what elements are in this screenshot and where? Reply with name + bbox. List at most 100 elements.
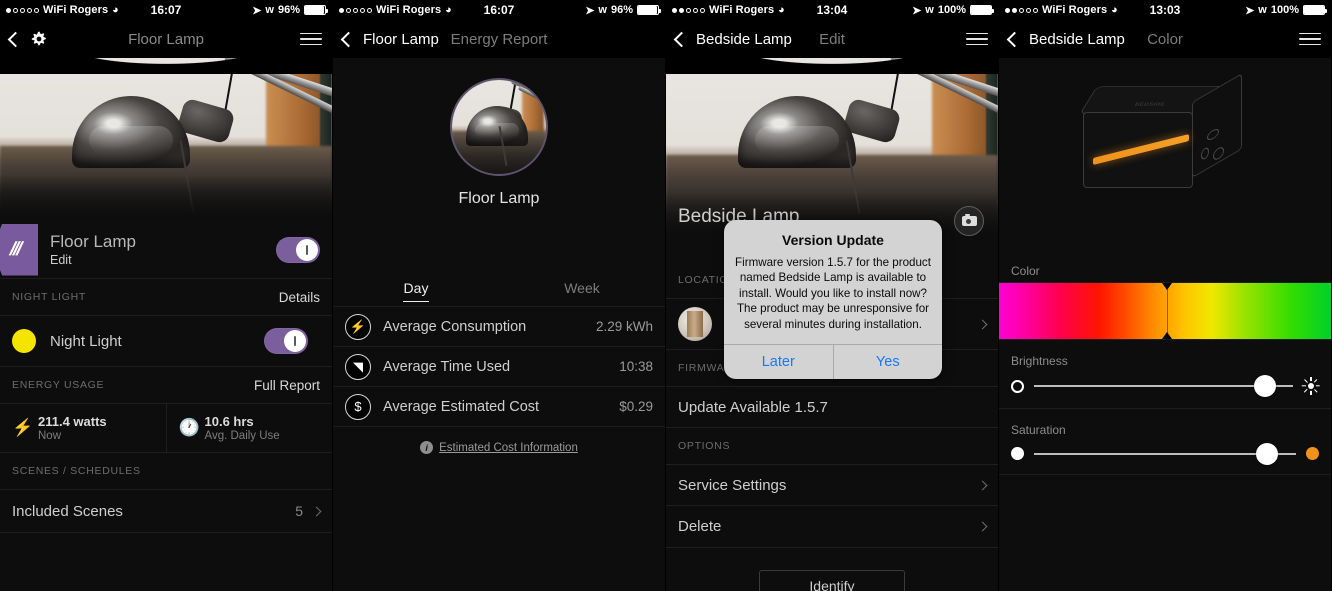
saturation-slider-row <box>999 441 1331 474</box>
wifi-icon: ◕ <box>112 4 119 16</box>
brightness-slider-knob[interactable] <box>1253 375 1276 397</box>
dialog-body: Version Update Firmware version 1.5.7 fo… <box>724 220 942 344</box>
clock-icon: ◥ <box>345 353 371 380</box>
chevron-left-icon[interactable] <box>7 31 24 47</box>
chevron-left-icon[interactable] <box>673 31 690 47</box>
page-title: Floor Lamp <box>128 30 204 48</box>
nav-back-button[interactable]: Bedside Lamp <box>673 31 792 48</box>
nav-bar: Floor Lamp <box>0 20 332 58</box>
row-value: 10:38 <box>619 359 653 374</box>
signal-dots-icon <box>672 7 705 13</box>
nav-back-label: Floor Lamp <box>363 30 439 48</box>
info-icon: i <box>420 441 434 454</box>
bedside-lamp-render: BEDSIDE <box>1079 73 1251 204</box>
night-light-section-label: NIGHT LIGHT <box>12 291 87 303</box>
tab-day[interactable]: Day <box>333 268 499 306</box>
status-right: ➤ w 96% <box>585 4 661 17</box>
status-bar: WiFi Rogers ◕ 16:07 ➤ w 96% <box>333 0 665 20</box>
status-left: WiFi Rogers ◕ <box>339 4 452 16</box>
wifi-icon: ◕ <box>778 4 785 16</box>
nav-left-group[interactable] <box>7 30 48 48</box>
chevron-left-icon[interactable] <box>1006 31 1023 47</box>
energy-row-consumption: ⚡ Average Consumption 2.29 kWh <box>333 307 665 347</box>
signal-dots-icon <box>339 7 372 13</box>
nav-back-button[interactable]: Floor Lamp <box>340 30 439 48</box>
estimated-cost-info-link[interactable]: i Estimated Cost Information <box>333 441 665 454</box>
night-light-details-link[interactable]: Details <box>279 290 320 305</box>
signal-dots-icon <box>6 7 39 13</box>
hamburger-menu-icon[interactable] <box>966 29 988 50</box>
hero-fade <box>0 175 332 221</box>
brightness-slider-row <box>999 372 1331 408</box>
included-scenes-row[interactable]: Included Scenes 5 <box>0 489 332 533</box>
saturation-slider-knob[interactable] <box>1256 442 1279 465</box>
energy-stats: ⚡ 211.4 watts Now 🕐 10.6 hrs Avg. Daily … <box>0 403 332 453</box>
location-arrow-icon: ➤ <box>912 4 922 17</box>
clock-icon: 🕐 <box>178 418 200 437</box>
panel-energy-report: WiFi Rogers ◕ 16:07 ➤ w 96% Floor Lamp E… <box>333 0 666 591</box>
brightness-slider[interactable] <box>1034 375 1293 397</box>
color-label: Color <box>1011 264 1040 278</box>
white-dot-icon <box>1011 447 1024 460</box>
status-left: WiFi Rogers ◕ <box>6 4 119 16</box>
dollar-icon: $ <box>345 393 371 420</box>
panel-bedside-lamp-edit: WiFi Rogers ◕ 13:04 ➤ w 100% Bedside Lam… <box>666 0 999 591</box>
dialog-later-button[interactable]: Later <box>724 345 833 379</box>
row-label: Average Estimated Cost <box>383 398 540 415</box>
status-right: ➤ w 100% <box>1245 4 1327 17</box>
chevron-left-icon[interactable] <box>340 31 357 47</box>
gear-icon[interactable] <box>30 30 48 48</box>
dim-circle-icon <box>1011 379 1024 393</box>
lightning-bolt-icon: /// <box>0 223 38 276</box>
dialog-yes-button[interactable]: Yes <box>832 345 943 380</box>
stat-hours-value: 10.6 hrs <box>204 414 254 429</box>
scenes-section-label: SCENES / SCHEDULES <box>12 465 141 477</box>
orange-dot-icon <box>1306 447 1319 460</box>
status-left: WiFi Rogers ◕ <box>672 4 785 16</box>
bluetooth-icon: w <box>598 4 607 16</box>
night-light-section-header: NIGHT LIGHT Details <box>0 279 332 315</box>
hero-notch <box>0 58 332 74</box>
nav-back-label: Bedside Lamp <box>1029 30 1125 48</box>
stat-watts: ⚡ 211.4 watts Now <box>0 404 166 452</box>
signal-dots-icon <box>1005 7 1038 13</box>
battery-percent: 100% <box>937 4 966 16</box>
device-header-row[interactable]: /// Floor Lamp Edit <box>0 221 332 279</box>
nav-back-button[interactable]: Bedside Lamp <box>1006 30 1125 48</box>
status-bar: WiFi Rogers ◕ 13:04 ➤ w 100% <box>666 0 998 20</box>
included-scenes-count: 5 <box>295 503 303 519</box>
estimated-cost-info-label: Estimated Cost Information <box>439 441 578 454</box>
stat-watts-caption: Now <box>38 430 62 442</box>
location-arrow-icon: ➤ <box>1245 4 1255 17</box>
nav-bar: Bedside Lamp Edit <box>666 20 998 58</box>
bluetooth-icon: w <box>1258 4 1267 16</box>
battery-percent: 96% <box>277 4 300 16</box>
color-spectrum-picker[interactable] <box>999 283 1331 339</box>
panel-bedside-lamp-color: WiFi Rogers ◕ 13:03 ➤ w 100% Bedside Lam… <box>999 0 1332 591</box>
nav-bar: Bedside Lamp Color <box>999 20 1331 58</box>
lightning-bolt-icon: ⚡ <box>12 418 34 437</box>
night-light-row[interactable]: Night Light <box>0 315 332 367</box>
stat-hours-caption: Avg. Daily Use <box>204 430 280 442</box>
saturation-label: Saturation <box>1011 423 1066 437</box>
saturation-slider[interactable] <box>1034 442 1296 465</box>
tab-week[interactable]: Week <box>499 268 665 306</box>
row-value: 2.29 kWh <box>595 319 653 334</box>
device-summary-header: Floor Lamp <box>333 58 665 268</box>
device-avatar <box>450 78 548 176</box>
chevron-right-icon <box>311 506 322 516</box>
hamburger-menu-icon[interactable] <box>300 29 322 50</box>
scenes-section-header: SCENES / SCHEDULES <box>0 453 332 489</box>
stat-watts-value: 211.4 watts <box>38 414 107 429</box>
brightness-label: Brightness <box>1011 354 1068 368</box>
device-power-toggle[interactable] <box>276 236 320 263</box>
bluetooth-icon: w <box>925 4 934 16</box>
hamburger-menu-icon[interactable] <box>1299 29 1321 50</box>
night-light-toggle[interactable] <box>264 328 308 354</box>
device-edit-link[interactable]: Edit <box>50 253 136 267</box>
status-bar: WiFi Rogers ◕ 13:03 ➤ w 100% <box>999 0 1331 20</box>
carrier-label: WiFi Rogers <box>43 4 109 16</box>
carrier-label: WiFi Rogers <box>709 4 775 16</box>
full-report-link[interactable]: Full Report <box>254 378 320 393</box>
period-tabs: Day Week <box>333 268 665 307</box>
